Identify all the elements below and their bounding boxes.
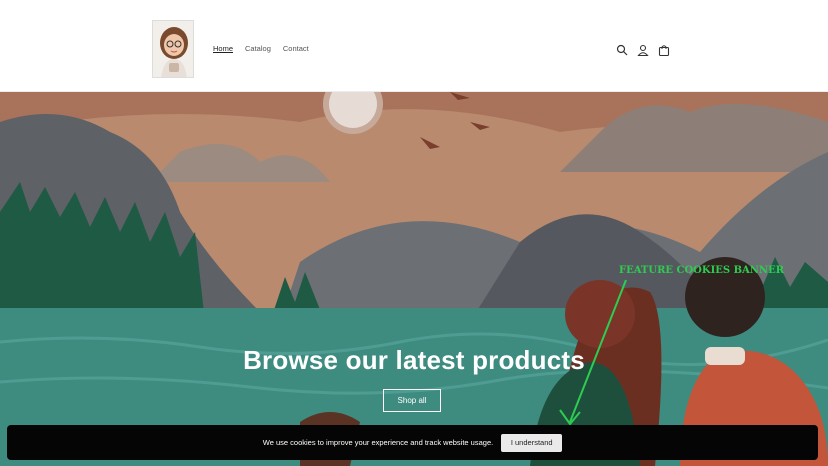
main-nav: Home Catalog Contact [213,44,309,53]
nav-catalog[interactable]: Catalog [245,44,271,53]
site-header: Home Catalog Contact [0,0,828,92]
nav-home[interactable]: Home [213,44,233,53]
account-icon[interactable] [637,43,649,57]
cookie-message: We use cookies to improve your experienc… [262,438,494,447]
hero-title: Browse our latest products [243,345,585,375]
accept-cookies-button[interactable]: I understand [501,433,563,452]
shop-all-button[interactable]: Shop all [383,389,441,412]
header-icons [616,43,670,57]
cookie-banner: We use cookies to improve your experienc… [7,425,818,460]
cart-icon[interactable] [658,43,670,57]
feature-annotation: FEATURE COOKIES BANNER [619,265,785,276]
store-logo[interactable] [152,20,194,78]
search-icon[interactable] [616,43,628,56]
avatar-logo-icon [153,21,193,77]
nav-contact[interactable]: Contact [283,44,309,53]
